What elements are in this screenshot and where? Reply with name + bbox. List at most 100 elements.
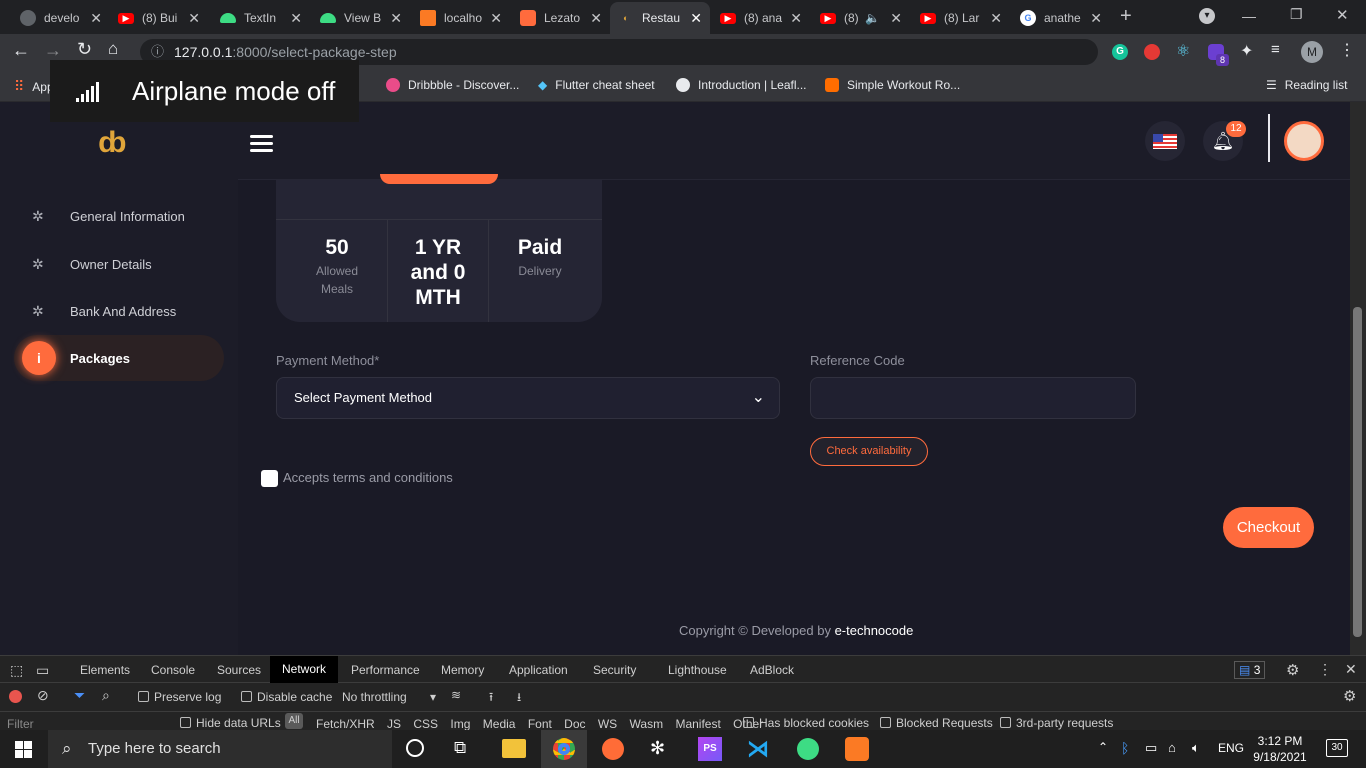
throttling-select[interactable]: No throttling ▾: [342, 690, 436, 704]
preserve-log-checkbox[interactable]: Preserve log: [138, 690, 221, 704]
inspect-element-icon[interactable]: ⬚: [10, 662, 23, 679]
close-devtools-icon[interactable]: ✕: [1345, 661, 1357, 678]
browser-tab[interactable]: ▶ (8) Lar ✕: [912, 4, 1010, 32]
scrollbar-thumb[interactable]: [1353, 307, 1362, 637]
minimize-icon[interactable]: —: [1242, 8, 1256, 24]
tab-search-icon[interactable]: ▾: [1199, 8, 1215, 24]
sidebar-item-bank-and-address[interactable]: ✲ Bank And Address: [14, 288, 224, 334]
sidebar-item-packages[interactable]: i Packages: [14, 335, 224, 381]
close-tab-icon[interactable]: ✕: [690, 10, 702, 27]
profile-avatar[interactable]: M: [1301, 41, 1323, 63]
import-har-icon[interactable]: ⭱: [489, 688, 493, 709]
select-package-button[interactable]: [380, 174, 498, 184]
device-toolbar-icon[interactable]: ▭: [36, 662, 49, 679]
devtools-tab-performance[interactable]: Performance: [351, 663, 420, 677]
close-tab-icon[interactable]: ✕: [990, 10, 1002, 27]
devtools-tab-security[interactable]: Security: [593, 663, 636, 677]
browser-tab[interactable]: TextIn ✕: [212, 4, 310, 32]
close-tab-icon[interactable]: ✕: [490, 10, 502, 27]
bookmark-flutter[interactable]: ◆ Flutter cheat sheet: [538, 78, 655, 92]
close-window-icon[interactable]: ✕: [1336, 6, 1349, 24]
react-devtools-icon[interactable]: ⚛: [1176, 41, 1190, 61]
windows-start-icon[interactable]: [15, 741, 32, 758]
close-tab-icon[interactable]: ✕: [390, 10, 402, 27]
slack-icon[interactable]: ✻: [650, 738, 665, 759]
menu-kebab-icon[interactable]: ⋮: [1339, 40, 1355, 60]
taskbar-search-box[interactable]: ⌕ Type here to search: [48, 730, 392, 768]
language-flag-button[interactable]: [1145, 121, 1185, 161]
payment-method-select[interactable]: Select Payment Method ⌄: [276, 377, 780, 419]
android-studio-icon[interactable]: [797, 738, 819, 760]
devtools-tab-adblock[interactable]: AdBlock: [750, 663, 794, 677]
devtools-tab-console[interactable]: Console: [151, 663, 195, 677]
filter-icon[interactable]: ⏷: [74, 687, 85, 704]
devtools-tab-lighthouse[interactable]: Lighthouse: [668, 663, 727, 677]
browser-tab[interactable]: ▶ (8) ana ✕: [712, 4, 810, 32]
cortana-icon[interactable]: [406, 739, 424, 757]
footer-brand-link[interactable]: e-technocode: [835, 623, 914, 638]
sidebar-item-general-information[interactable]: ✲ General Information: [14, 193, 224, 239]
bookmark-leaflet[interactable]: Introduction | Leafl...: [676, 78, 807, 92]
phpstorm-icon[interactable]: PS: [698, 737, 722, 761]
volume-icon[interactable]: 🔈︎: [1192, 740, 1200, 756]
language-indicator[interactable]: ENG: [1218, 741, 1244, 755]
close-tab-icon[interactable]: ✕: [890, 10, 902, 27]
browser-tab[interactable]: View B ✕: [312, 4, 410, 32]
close-tab-icon[interactable]: ✕: [1090, 10, 1102, 27]
export-har-icon[interactable]: ⭳: [517, 688, 521, 709]
resource-type-filters[interactable]: Fetch/XHR JS CSS Img Media Font Doc WS W…: [316, 717, 763, 731]
clear-icon[interactable]: ⊘: [37, 687, 49, 704]
browser-tab[interactable]: develo ✕: [12, 4, 110, 32]
devtools-tab-network[interactable]: Network: [270, 656, 339, 683]
browser-tab[interactable]: Ganathe ✕: [1012, 4, 1110, 32]
hamburger-menu-icon[interactable]: [250, 135, 273, 138]
reload-icon[interactable]: ↻: [77, 39, 92, 60]
forward-icon[interactable]: →: [44, 40, 62, 61]
extensions-puzzle-icon[interactable]: ✦: [1240, 41, 1253, 61]
network-conditions-icon[interactable]: ≋: [451, 688, 461, 702]
bluetooth-icon[interactable]: ᛒ: [1121, 740, 1129, 756]
task-view-icon[interactable]: ⧉: [454, 738, 466, 758]
restore-icon[interactable]: ❐: [1290, 6, 1303, 23]
devtools-tab-memory[interactable]: Memory: [441, 663, 484, 677]
file-explorer-icon[interactable]: [502, 739, 526, 758]
postman-icon[interactable]: [602, 738, 624, 760]
grammarly-icon[interactable]: G: [1112, 44, 1128, 60]
user-avatar[interactable]: [1284, 121, 1324, 161]
bookmark-dribbble[interactable]: Dribbble - Discover...: [386, 78, 519, 92]
blocked-requests-checkbox[interactable]: Blocked Requests: [880, 716, 993, 730]
devtools-tab-elements[interactable]: Elements: [80, 663, 130, 677]
home-icon[interactable]: ⌂: [108, 39, 118, 59]
action-center-icon[interactable]: 30: [1326, 739, 1348, 757]
close-tab-icon[interactable]: ✕: [90, 10, 102, 27]
media-control-icon[interactable]: ≡: [1271, 41, 1280, 58]
back-icon[interactable]: ←: [12, 40, 30, 61]
new-tab-icon[interactable]: +: [1120, 5, 1132, 28]
clock[interactable]: 3:12 PM 9/18/2021: [1250, 733, 1310, 765]
adblock-icon[interactable]: [1144, 44, 1160, 60]
chrome-taskbar-icon[interactable]: [553, 738, 575, 760]
devtools-menu-icon[interactable]: ⋮: [1318, 661, 1332, 678]
browser-tab[interactable]: ▶ (8) Bui ✕: [110, 4, 208, 32]
terms-checkbox[interactable]: [261, 470, 278, 487]
filter-all-chip[interactable]: All: [285, 713, 303, 729]
filter-input[interactable]: Filter: [7, 717, 34, 731]
issues-counter[interactable]: ▤ 3: [1234, 661, 1266, 679]
search-icon[interactable]: ⌕: [102, 687, 110, 704]
reading-list-button[interactable]: ☰ Reading list: [1266, 78, 1347, 92]
close-tab-icon[interactable]: ✕: [790, 10, 802, 27]
sidebar-item-owner-details[interactable]: ✲ Owner Details: [14, 241, 224, 287]
close-tab-icon[interactable]: ✕: [590, 10, 602, 27]
browser-tab[interactable]: localho ✕: [412, 4, 510, 32]
close-tab-icon[interactable]: ✕: [290, 10, 302, 27]
xampp-taskbar-icon[interactable]: [845, 737, 869, 761]
checkout-button[interactable]: Checkout: [1223, 507, 1314, 548]
speaker-icon[interactable]: 🔈: [865, 11, 880, 25]
disable-cache-checkbox[interactable]: Disable cache: [241, 690, 332, 704]
network-icon[interactable]: ⌂: [1168, 740, 1176, 755]
devtools-tab-application[interactable]: Application: [509, 663, 568, 677]
browser-tab-active[interactable]: ◐ Restau ✕: [610, 2, 710, 34]
vscode-icon[interactable]: ⋊: [747, 736, 769, 762]
battery-icon[interactable]: ▭: [1145, 740, 1157, 756]
tray-expand-icon[interactable]: ⌃: [1098, 740, 1108, 754]
